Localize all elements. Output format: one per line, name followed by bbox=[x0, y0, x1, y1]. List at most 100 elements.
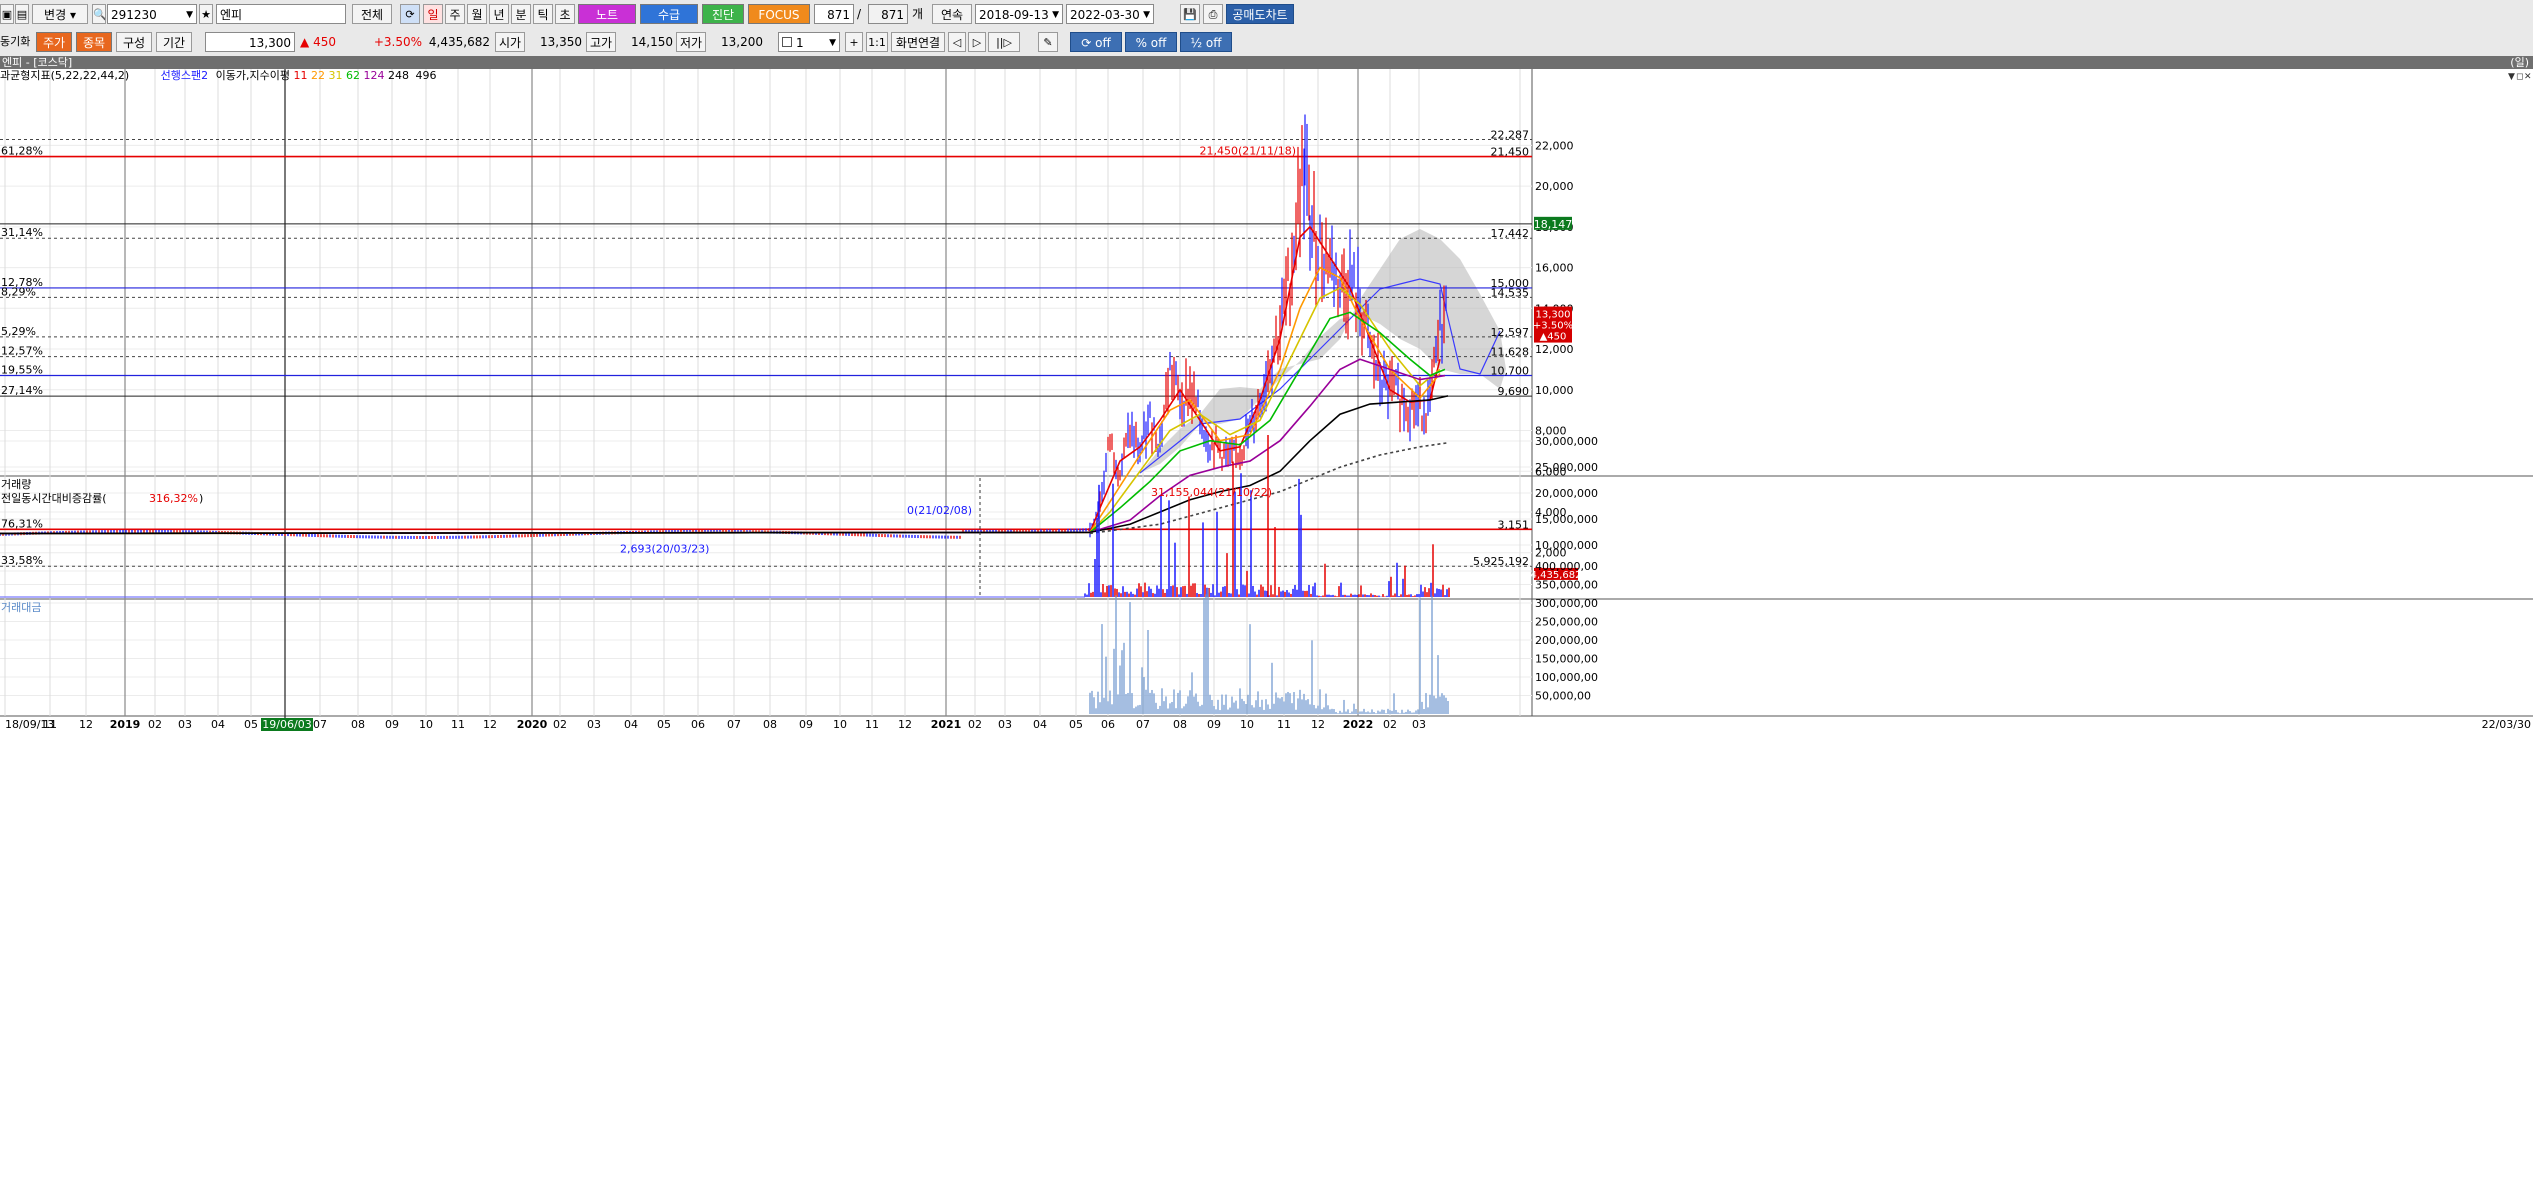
xaxis-label: 04 bbox=[1033, 718, 1047, 731]
stock-name-value: 엔피 bbox=[220, 8, 243, 22]
zoom-reset-icon[interactable]: 1:1 bbox=[866, 32, 888, 52]
ma-period-value: 22 bbox=[307, 69, 325, 82]
period-day-button[interactable]: 일 bbox=[423, 4, 443, 24]
xaxis-label: 10 bbox=[1240, 718, 1254, 731]
volume-axis-label: 20,000,000 bbox=[1535, 487, 1598, 500]
legend-ma-periods: 11 22 31 62 124 248 bbox=[294, 69, 410, 82]
scroll-right-icon[interactable]: ▷ bbox=[968, 32, 986, 52]
compose-label: 구성 bbox=[122, 36, 146, 50]
xaxis-label: 02 bbox=[1383, 718, 1397, 731]
all-button[interactable]: 전체 bbox=[352, 4, 392, 24]
continuous-button[interactable]: 연속 bbox=[932, 4, 972, 24]
count-shown-input[interactable]: 871 bbox=[814, 4, 854, 24]
count-shown-value: 871 bbox=[827, 8, 850, 22]
xaxis-label: 09 bbox=[385, 718, 399, 731]
current-price-text: 13,300 bbox=[1536, 310, 1571, 321]
compose-button[interactable]: 구성 bbox=[116, 32, 152, 52]
short-sell-label: 공매도차트 bbox=[1232, 8, 1288, 22]
toggle-off-2[interactable]: % off bbox=[1125, 32, 1177, 52]
amount-axis-label: 200,000,00 bbox=[1535, 634, 1598, 647]
save-icon[interactable]: 💾 bbox=[1180, 4, 1200, 24]
toggle-off-2-label: off bbox=[1150, 36, 1167, 50]
window-control-icon: ◻ bbox=[2516, 72, 2523, 82]
print-icon[interactable]: ⎙ bbox=[1203, 4, 1223, 24]
xaxis-label: 07 bbox=[313, 718, 327, 731]
volume-axis-label: 10,000,000 bbox=[1535, 539, 1598, 552]
amount-axis-label: 150,000,00 bbox=[1535, 653, 1598, 666]
scroll-left-icon[interactable]: ◁ bbox=[948, 32, 966, 52]
stock-name-field: 엔피 bbox=[216, 4, 346, 24]
volume-panel-subtitle: 전일동시간대비증감률( bbox=[1, 491, 107, 505]
xaxis-label: 02 bbox=[968, 718, 982, 731]
toggle-off-3[interactable]: ½ off bbox=[1180, 32, 1232, 52]
drawing-tool-icon[interactable]: ✎ bbox=[1038, 32, 1058, 52]
period-min-label: 분 bbox=[515, 8, 527, 22]
sync-label: 동기화 bbox=[0, 35, 31, 48]
ma-62 bbox=[0, 311, 1446, 535]
start-date-value: 2018-09-13 bbox=[979, 8, 1049, 22]
window-control-icon: ▼ bbox=[2508, 72, 2515, 82]
left-pct-label: 5,29% bbox=[1, 325, 36, 338]
price-axis-label: 22,000 bbox=[1535, 139, 1574, 152]
xaxis-label: 08 bbox=[351, 718, 365, 731]
short-sell-chart-button[interactable]: 공매도차트 bbox=[1226, 4, 1294, 24]
supply-button[interactable]: 수급 bbox=[640, 4, 698, 24]
play-icon[interactable]: ||▷ bbox=[988, 32, 1020, 52]
continuous-label: 연속 bbox=[940, 8, 964, 22]
change-value: 450 bbox=[313, 35, 336, 49]
all-label: 전체 bbox=[360, 8, 384, 22]
end-date-input[interactable]: 2022-03-30 ▼ bbox=[1066, 4, 1154, 24]
change-field: ▲ 450 bbox=[300, 32, 360, 52]
xaxis-label: 2019 bbox=[110, 718, 141, 731]
stock-button[interactable]: 주가 bbox=[36, 32, 72, 52]
toggle-off-1[interactable]: ⟳ off bbox=[1070, 32, 1122, 52]
xaxis-label: 05 bbox=[657, 718, 671, 731]
stock-code-input[interactable]: 291230 ▼ bbox=[107, 4, 197, 24]
xaxis-label: 10 bbox=[833, 718, 847, 731]
period-month-button[interactable]: 월 bbox=[467, 4, 487, 24]
change-button[interactable]: 변경 ▾ bbox=[32, 4, 88, 24]
start-date-input[interactable]: 2018-09-13 ▼ bbox=[975, 4, 1063, 24]
xaxis-label: 2022 bbox=[1343, 718, 1374, 731]
low-label: 저가 bbox=[676, 32, 706, 52]
period-min-button[interactable]: 분 bbox=[511, 4, 531, 24]
fullscreen-link-button[interactable]: 화면연결 bbox=[891, 32, 945, 52]
refresh-icon[interactable]: ⟳ bbox=[400, 4, 420, 24]
xaxis-label: 03 bbox=[178, 718, 192, 731]
xaxis-label: 2020 bbox=[517, 718, 548, 731]
volume-zero-annotation: 0(21/02/08) bbox=[907, 504, 972, 517]
price-axis-label: 12,000 bbox=[1535, 343, 1574, 356]
search-icon[interactable]: 🔍 bbox=[92, 4, 106, 24]
multiplier-select[interactable]: 1 ▼ bbox=[778, 32, 840, 52]
xaxis-label: 07 bbox=[727, 718, 741, 731]
favorite-star-icon[interactable]: ★ bbox=[199, 4, 213, 24]
window-icon[interactable]: ▣ bbox=[0, 4, 14, 24]
xaxis-label: 08 bbox=[763, 718, 777, 731]
period-day-label: 일 bbox=[427, 8, 439, 22]
xaxis-label: 04 bbox=[211, 718, 225, 731]
period-week-button[interactable]: 주 bbox=[445, 4, 465, 24]
focus-button[interactable]: FOCUS bbox=[748, 4, 810, 24]
period-button[interactable]: 기간 bbox=[156, 32, 192, 52]
window-control-icon: ✕ bbox=[2524, 72, 2532, 82]
volume-max-annotation: 31,155,044(21/10/22) bbox=[1151, 486, 1272, 499]
period-sec-button[interactable]: 초 bbox=[555, 4, 575, 24]
xaxis-label: 06 bbox=[691, 718, 705, 731]
period-year-button[interactable]: 년 bbox=[489, 4, 509, 24]
item-button[interactable]: 종목 bbox=[76, 32, 112, 52]
xaxis-label: 09 bbox=[1207, 718, 1221, 731]
period-tick-button[interactable]: 틱 bbox=[533, 4, 553, 24]
xaxis-label: 02 bbox=[148, 718, 162, 731]
note-button[interactable]: 노트 bbox=[578, 4, 636, 24]
amount-panel-title: 거래대금 bbox=[1, 601, 41, 614]
level-label: 17,442 bbox=[1491, 227, 1530, 240]
stock-chart[interactable]: 22,00020,00018,00016,00014,00012,00010,0… bbox=[0, 69, 2533, 1180]
xaxis-label: 02 bbox=[553, 718, 567, 731]
toggle-off-3-label: off bbox=[1205, 36, 1222, 50]
legend-extra: 496 bbox=[415, 69, 437, 82]
left-pct-label: 8,29% bbox=[1, 285, 36, 298]
zoom-in-icon[interactable]: + bbox=[845, 32, 863, 52]
diagnosis-button[interactable]: 진단 bbox=[702, 4, 744, 24]
layout-icon[interactable]: ▤ bbox=[15, 4, 29, 24]
period-sec-label: 초 bbox=[559, 8, 571, 22]
